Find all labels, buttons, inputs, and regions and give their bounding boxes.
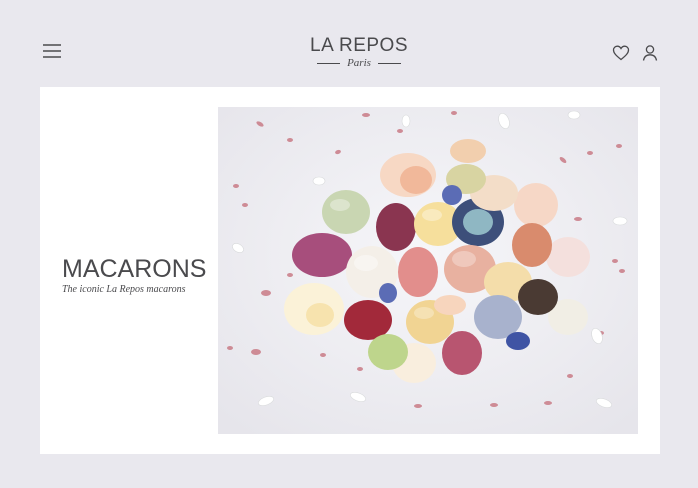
macarons-photo[interactable] [218,107,638,434]
brand-logo[interactable]: LA REPOS Paris [299,35,419,70]
hamburger-menu-icon[interactable] [42,43,62,59]
brand-rule-left [317,62,341,64]
user-icon[interactable] [641,44,659,62]
hero-text: MACARONS The iconic La Repos macarons [62,255,232,296]
hero-card: MACARONS The iconic La Repos macarons [40,87,660,454]
hero-title: MACARONS [62,255,207,283]
brand-name: LA REPOS [310,35,408,56]
site-header: LA REPOS Paris [0,0,698,86]
brand-rule-right [377,62,401,64]
hero-subtitle: The iconic La Repos macarons [62,284,186,295]
brand-subtitle: Paris [347,57,371,69]
heart-icon[interactable] [612,44,630,62]
brand-sub-row: Paris [299,57,419,69]
